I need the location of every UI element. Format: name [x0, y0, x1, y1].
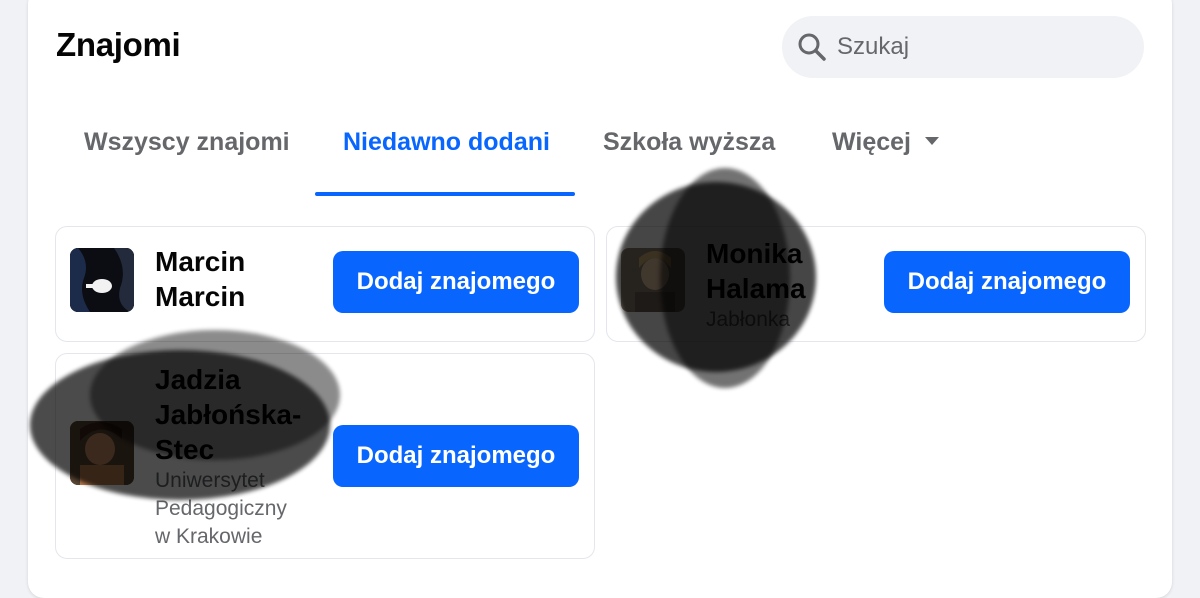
- add-friend-button[interactable]: Dodaj znajomego: [884, 251, 1130, 313]
- friend-name-line: Halama: [706, 273, 806, 304]
- friend-name[interactable]: Marcin Marcin: [155, 244, 245, 314]
- search-input[interactable]: [835, 32, 1119, 62]
- search-icon: [798, 33, 826, 61]
- avatar-image: [70, 248, 134, 312]
- avatar[interactable]: [70, 248, 134, 312]
- avatar[interactable]: [70, 421, 134, 485]
- tab-university[interactable]: Szkoła wyższa: [603, 128, 775, 157]
- avatar-image: [621, 248, 685, 312]
- caret-down-icon: [924, 137, 939, 146]
- friend-card: Marcin Marcin Dodaj znajomego: [55, 226, 595, 342]
- friend-name-line: Marcin: [155, 281, 246, 312]
- friend-card: Monika Halama Jabłonka Dodaj znajomego: [606, 226, 1146, 342]
- friend-name[interactable]: Jadzia Jabłońska- Stec: [155, 362, 301, 467]
- tab-recently-added[interactable]: Niedawno dodani: [343, 128, 550, 157]
- tab-more-label: Więcej: [832, 128, 911, 156]
- friend-name-line: Stec: [155, 434, 215, 465]
- friend-subtitle-line: Uniwersytet: [155, 469, 265, 492]
- friend-subtitle-line: w Krakowie: [155, 525, 263, 548]
- friend-name[interactable]: Monika Halama: [706, 236, 806, 306]
- active-tab-indicator: [315, 192, 575, 196]
- avatar-image: [70, 421, 134, 485]
- add-friend-button[interactable]: Dodaj znajomego: [333, 425, 579, 487]
- page-title: Znajomi: [56, 26, 181, 63]
- friend-name-line: Marcin: [155, 246, 246, 277]
- add-friend-button[interactable]: Dodaj znajomego: [333, 251, 579, 313]
- tab-all-friends[interactable]: Wszyscy znajomi: [84, 128, 290, 157]
- friend-subtitle-line: Pedagogiczny: [155, 497, 287, 520]
- friend-name-line: Jabłońska-: [155, 399, 302, 430]
- friend-card: Jadzia Jabłońska- Stec Uniwersytet Pedag…: [55, 353, 595, 559]
- tab-more[interactable]: Więcej: [832, 128, 939, 157]
- avatar[interactable]: [621, 248, 685, 312]
- friend-name-line: Jadzia: [155, 364, 241, 395]
- friend-subtitle: Uniwersytet Pedagogiczny w Krakowie: [155, 467, 287, 551]
- friend-subtitle: Jabłonka: [706, 308, 791, 331]
- search-box[interactable]: [782, 16, 1144, 78]
- friend-name-line: Monika: [706, 238, 803, 269]
